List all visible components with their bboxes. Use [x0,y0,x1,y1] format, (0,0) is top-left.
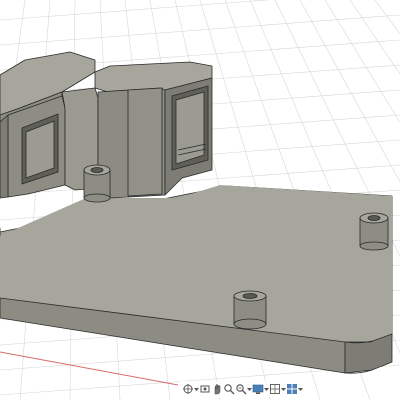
x-axis-line [0,351,179,386]
standoff-front [233,290,267,330]
viewports-icon[interactable] [286,383,298,395]
base-plate [0,185,393,374]
3d-viewport[interactable] [0,0,400,400]
navigation-toolbar [178,381,303,397]
standoff-right [359,212,389,251]
look-at-icon[interactable] [199,383,211,395]
pan-icon[interactable] [211,383,223,395]
chevron-down-icon[interactable] [298,383,303,395]
orbit-icon[interactable] [182,383,194,395]
display-settings-icon[interactable] [252,383,264,395]
standoff-left [83,164,111,203]
fit-icon[interactable] [235,383,247,395]
grid-settings-icon[interactable] [269,383,281,395]
zoom-icon[interactable] [223,383,235,395]
